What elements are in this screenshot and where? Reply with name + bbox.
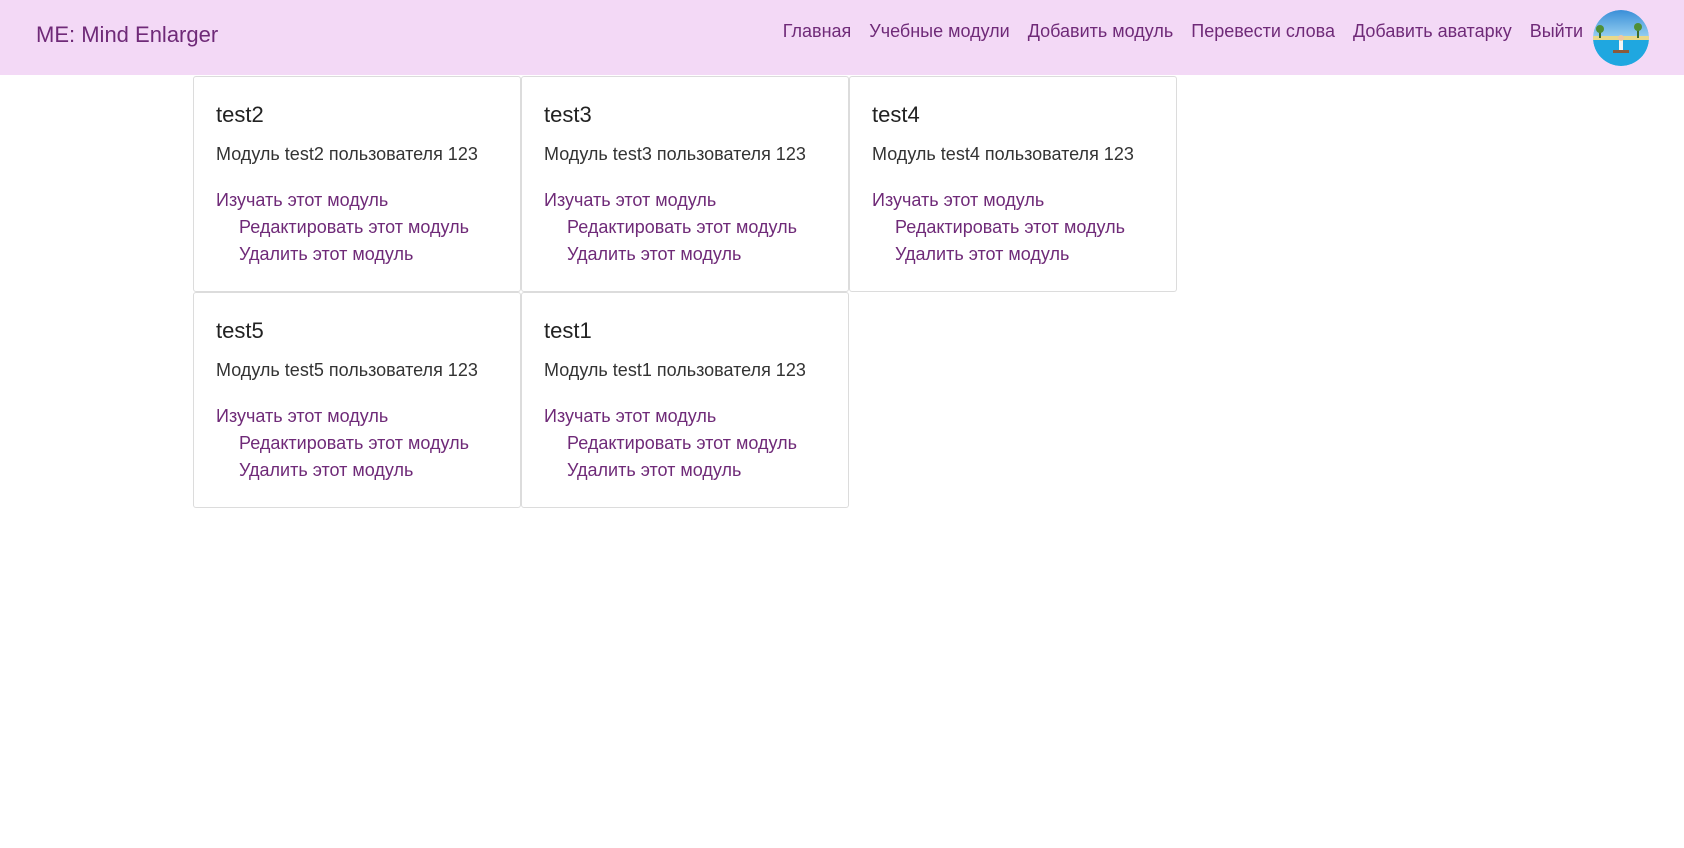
nav-link-add-avatar[interactable]: Добавить аватарку <box>1353 21 1512 42</box>
nav-link-home[interactable]: Главная <box>783 21 852 42</box>
module-card: test1 Модуль test1 пользователя 123 Изуч… <box>521 292 849 508</box>
edit-module-link[interactable]: Редактировать этот модуль <box>567 216 826 238</box>
edit-module-link[interactable]: Редактировать этот модуль <box>567 432 826 454</box>
delete-module-link[interactable]: Удалить этот модуль <box>895 243 1154 265</box>
module-title: test4 <box>872 102 920 127</box>
edit-module-link[interactable]: Редактировать этот модуль <box>895 216 1154 238</box>
module-description: Модуль test3 пользователя 123 <box>544 144 806 164</box>
study-module-link[interactable]: Изучать этот модуль <box>544 405 826 427</box>
avatar[interactable] <box>1593 9 1649 66</box>
study-module-link[interactable]: Изучать этот модуль <box>544 189 826 211</box>
module-title: test3 <box>544 102 592 127</box>
module-card: test5 Модуль test5 пользователя 123 Изуч… <box>193 292 521 508</box>
brand-link[interactable]: ME: Mind Enlarger <box>36 22 218 48</box>
nav-link-translate[interactable]: Перевести слова <box>1191 21 1335 42</box>
navbar: ME: Mind Enlarger Главная Учебные модули… <box>0 0 1684 75</box>
study-module-link[interactable]: Изучать этот модуль <box>216 405 498 427</box>
nav-link-logout[interactable]: Выйти <box>1530 21 1583 42</box>
nav-link-add-module[interactable]: Добавить модуль <box>1028 21 1174 42</box>
module-description: Модуль test2 пользователя 123 <box>216 144 478 164</box>
module-description: Модуль test4 пользователя 123 <box>872 144 1134 164</box>
module-card: test2 Модуль test2 пользователя 123 Изуч… <box>193 76 521 292</box>
delete-module-link[interactable]: Удалить этот модуль <box>239 459 498 481</box>
delete-module-link[interactable]: Удалить этот модуль <box>567 459 826 481</box>
delete-module-link[interactable]: Удалить этот модуль <box>239 243 498 265</box>
module-card: test3 Модуль test3 пользователя 123 Изуч… <box>521 76 849 292</box>
delete-module-link[interactable]: Удалить этот модуль <box>567 243 826 265</box>
module-cards: test2 Модуль test2 пользователя 123 Изуч… <box>193 76 1177 508</box>
nav-link-modules[interactable]: Учебные модули <box>869 21 1009 42</box>
module-description: Модуль test5 пользователя 123 <box>216 360 478 380</box>
edit-module-link[interactable]: Редактировать этот модуль <box>239 216 498 238</box>
study-module-link[interactable]: Изучать этот модуль <box>216 189 498 211</box>
module-title: test1 <box>544 318 592 343</box>
module-title: test5 <box>216 318 264 343</box>
nav-links: Главная Учебные модули Добавить модуль П… <box>765 0 1684 75</box>
module-title: test2 <box>216 102 264 127</box>
study-module-link[interactable]: Изучать этот модуль <box>872 189 1154 211</box>
module-card: test4 Модуль test4 пользователя 123 Изуч… <box>849 76 1177 292</box>
edit-module-link[interactable]: Редактировать этот модуль <box>239 432 498 454</box>
module-description: Модуль test1 пользователя 123 <box>544 360 806 380</box>
